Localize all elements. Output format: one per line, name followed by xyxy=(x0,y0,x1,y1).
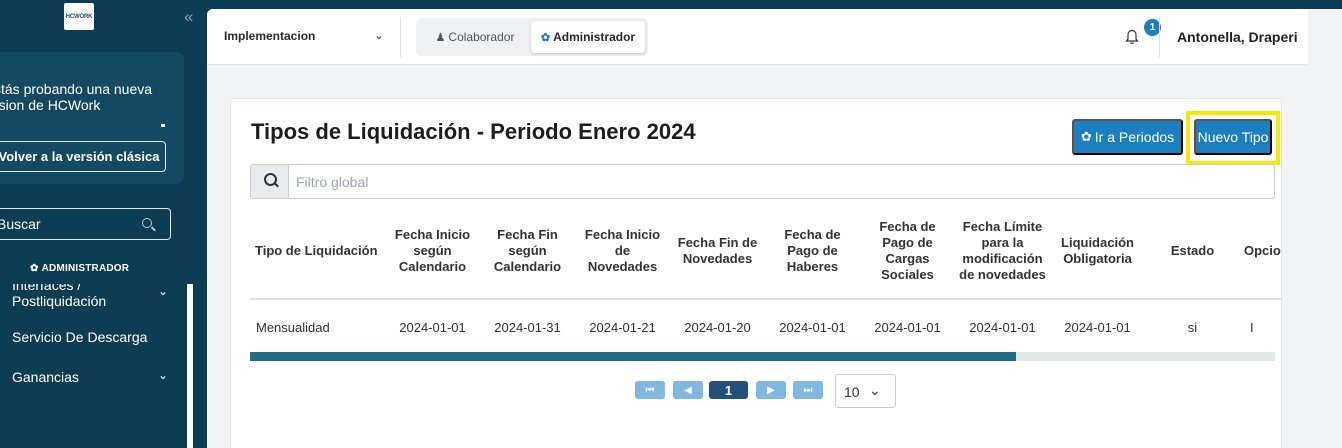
divider xyxy=(1159,17,1160,57)
last-page-button[interactable]: ⏭ xyxy=(793,381,823,399)
chevron-down-icon[interactable]: ⌄ xyxy=(374,28,384,42)
first-page-button[interactable]: ⏮ xyxy=(635,381,665,399)
table-cell: I xyxy=(1250,320,1254,335)
bell-icon[interactable] xyxy=(1125,29,1139,45)
sidebar-item-label: Ganancias xyxy=(12,369,79,385)
gear-icon: ✿ xyxy=(1080,129,1092,144)
sidebar-item-ganancias[interactable]: Ganancias ⌄ xyxy=(12,368,182,385)
chevron-down-icon: ⌄ xyxy=(869,382,881,398)
sidebar-search-placeholder: Buscar xyxy=(0,216,41,232)
search-icon xyxy=(251,165,289,198)
table-cell: 2024-01-01 xyxy=(969,320,1036,335)
page-size-select[interactable]: 10 ⌄ xyxy=(835,374,896,408)
prev-page-button[interactable]: ◀ xyxy=(673,381,703,399)
global-filter-input[interactable]: Filtro global xyxy=(296,174,368,190)
sidebar: HCWORK « stás probando una nueva rsion d… xyxy=(0,0,200,448)
chevron-down-icon: ⌄ xyxy=(158,284,169,298)
sidebar-scrollbar[interactable] xyxy=(187,284,193,448)
org-select[interactable]: Implementacion xyxy=(224,29,315,43)
table-cell: 2024-01-21 xyxy=(589,320,656,335)
user-name[interactable]: Antonella, Draperi xyxy=(1177,29,1298,45)
column-header[interactable]: Fecha Límite para la modificación de nov… xyxy=(955,203,1050,300)
table-horizontal-scrollbar[interactable] xyxy=(250,352,1275,361)
collapse-sidebar-icon[interactable]: « xyxy=(184,8,193,25)
column-header[interactable]: Fecha Fin de Novedades xyxy=(670,203,765,300)
app-logo[interactable]: HCWORK xyxy=(64,3,94,30)
column-header[interactable]: Fecha de Pago de Cargas Sociales xyxy=(860,203,955,300)
gear-icon: ✿ xyxy=(540,31,551,44)
sidebar-role-label: ✿ ADMINISTRADOR xyxy=(30,263,129,274)
search-icon xyxy=(142,218,152,228)
go-to-periods-button[interactable]: ✿ Ir a Periodos xyxy=(1072,119,1183,155)
app-window: HCWORK « stás probando una nueva rsion d… xyxy=(0,0,1342,448)
classic-version-button[interactable]: Volver a la versión clásica xyxy=(0,141,166,172)
table-cell: Mensualidad xyxy=(256,320,330,335)
notice-close-icon[interactable] xyxy=(161,124,165,127)
column-header[interactable]: Fecha Fin según Calendario xyxy=(480,203,575,300)
table-row[interactable]: Mensualidad 2024-01-01 2024-01-31 2024-0… xyxy=(250,299,1281,355)
user-icon: ♟ xyxy=(435,31,446,44)
sidebar-search-input[interactable]: Buscar xyxy=(0,208,171,240)
sidebar-item-label: Servicio De Descarga xyxy=(12,329,148,345)
role-toggle: ♟ Colaborador ✿ Administrador xyxy=(416,18,648,56)
liquidation-types-card: Tipos de Liquidación - Periodo Enero 202… xyxy=(230,98,1282,448)
divider xyxy=(400,17,401,57)
logo-text: HCWORK xyxy=(65,13,93,20)
table-cell: 2024-01-01 xyxy=(399,320,466,335)
column-header[interactable]: Fecha de Pago de Haberes xyxy=(765,203,860,300)
column-header[interactable]: Opciones xyxy=(1240,203,1281,300)
scrollbar-thumb[interactable] xyxy=(250,352,1016,361)
column-header[interactable]: Tipo de Liquidación xyxy=(250,203,385,300)
notice-text: stás probando una nueva rsion de HCWork xyxy=(0,81,153,113)
go-to-periods-label: Ir a Periodos xyxy=(1094,129,1175,145)
chevron-down-icon: ⌄ xyxy=(158,368,169,382)
new-type-button[interactable]: Nuevo Tipo xyxy=(1194,119,1272,155)
current-page-button[interactable]: 1 xyxy=(709,381,748,399)
role-administrador-label: Administrador xyxy=(553,30,636,44)
column-header[interactable]: Fecha Inicio de Novedades xyxy=(575,203,670,300)
table-cell: 2024-01-01 xyxy=(779,320,846,335)
page-size-value: 10 xyxy=(844,384,860,400)
role-colaborador-label: Colaborador xyxy=(448,30,515,44)
liquidation-types-table: Tipo de Liquidación Fecha Inicio según C… xyxy=(250,203,1281,355)
role-administrador-button[interactable]: ✿ Administrador xyxy=(531,21,645,53)
global-filter[interactable]: Filtro global xyxy=(250,164,1275,199)
table-cell: 2024-01-01 xyxy=(1064,320,1131,335)
page-title: Tipos de Liquidación - Periodo Enero 202… xyxy=(251,119,696,144)
table-cell: 2024-01-31 xyxy=(494,320,561,335)
column-header[interactable]: Estado xyxy=(1145,203,1240,300)
sidebar-item-servicio-descarga[interactable]: Servicio De Descarga xyxy=(12,329,182,345)
table-cell: 2024-01-20 xyxy=(684,320,751,335)
table-cell: 2024-01-01 xyxy=(874,320,941,335)
sidebar-menu: Interfaces / Postliquidación ⌄ Servicio … xyxy=(0,284,186,448)
gear-icon: ✿ xyxy=(30,263,39,274)
sidebar-item-interfaces[interactable]: Interfaces / Postliquidación ⌄ xyxy=(12,284,168,309)
topbar: Implementacion ⌄ ♟ Colaborador ✿ Adminis… xyxy=(207,9,1308,65)
sidebar-item-label: Interfaces / Postliquidación xyxy=(12,284,107,309)
next-page-button[interactable]: ▶ xyxy=(756,381,786,399)
column-header[interactable]: Fecha Inicio según Calendario xyxy=(385,203,480,300)
table-cell: si xyxy=(1187,320,1198,335)
role-colaborador-button[interactable]: ♟ Colaborador xyxy=(421,21,529,53)
table-header-row: Tipo de Liquidación Fecha Inicio según C… xyxy=(250,203,1281,300)
column-header[interactable]: Liquidación Obligatoria xyxy=(1050,203,1145,300)
sidebar-role-text: ADMINISTRADOR xyxy=(41,263,130,274)
main-content: Implementacion ⌄ ♟ Colaborador ✿ Adminis… xyxy=(207,9,1342,448)
